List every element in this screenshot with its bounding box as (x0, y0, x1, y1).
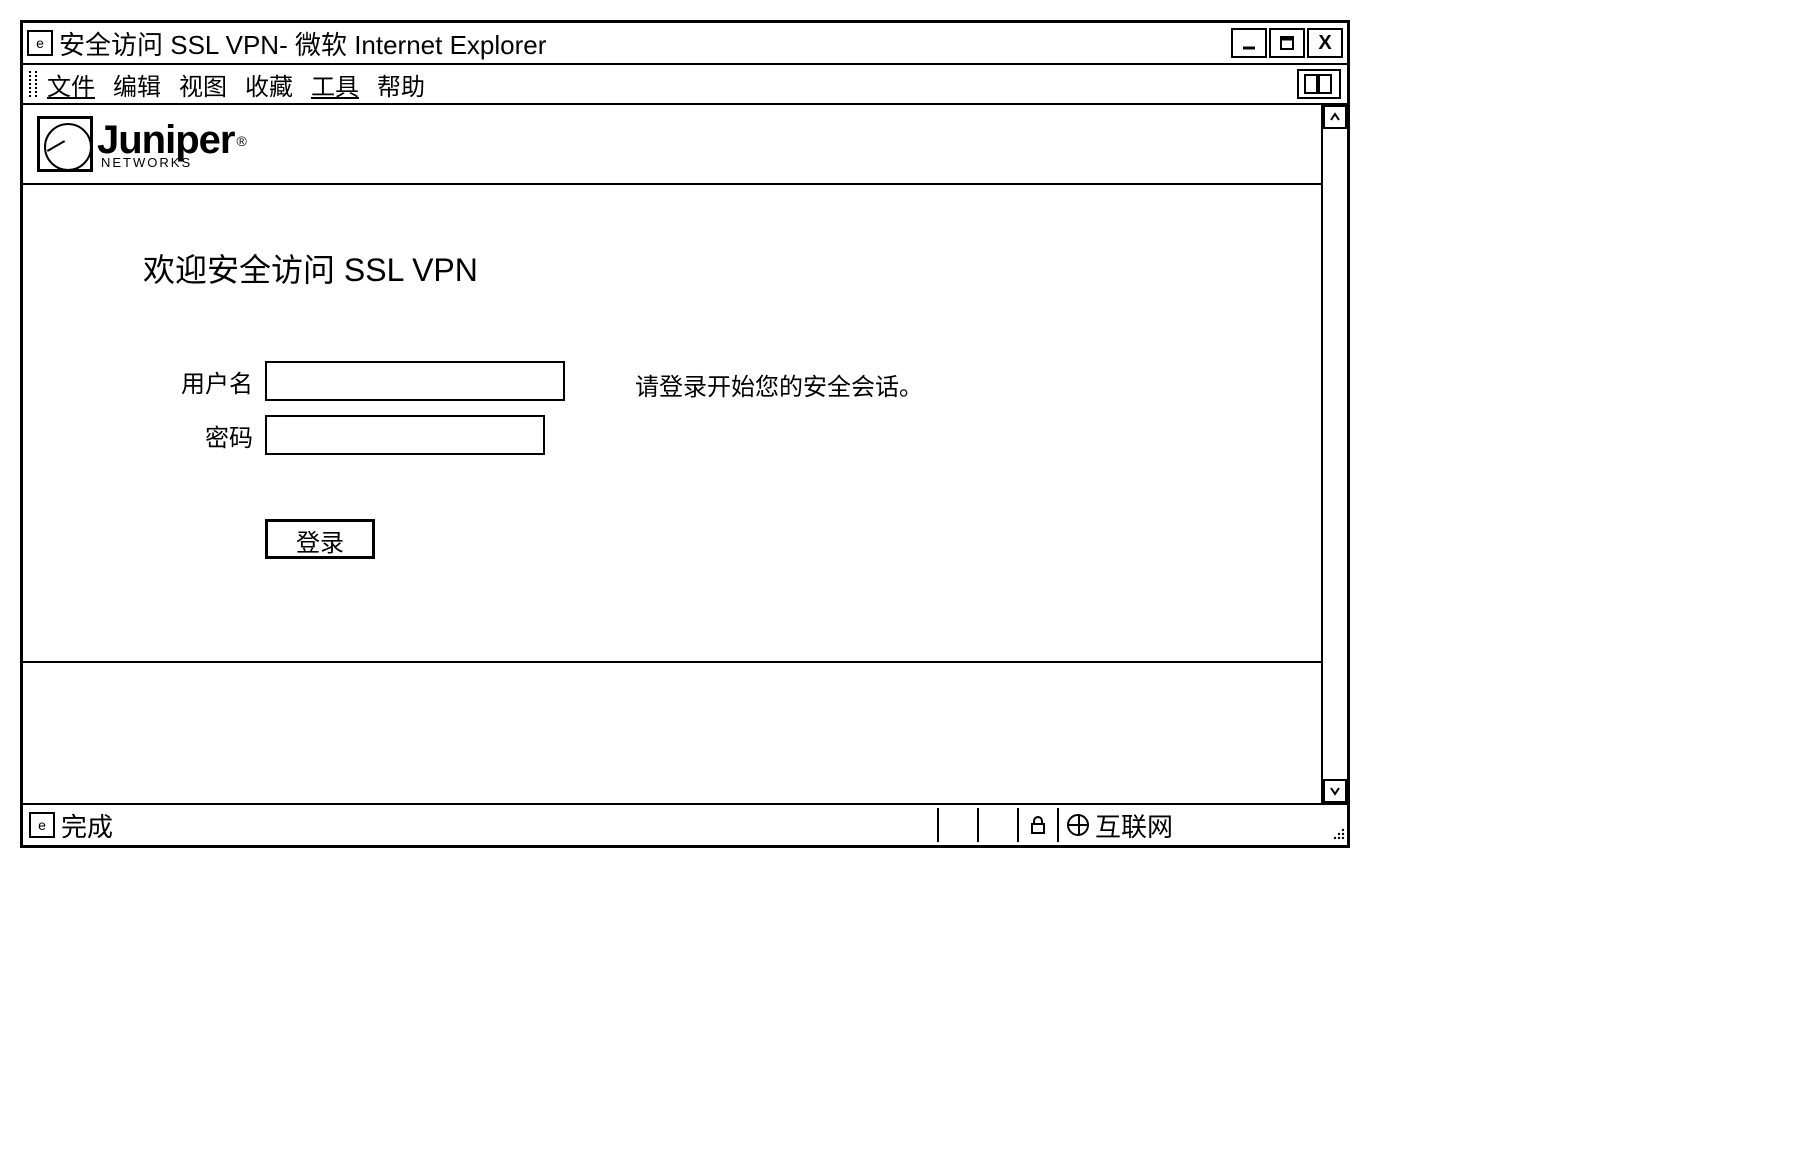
globe-icon (1067, 814, 1089, 836)
status-lock (1017, 808, 1057, 842)
scroll-track[interactable] (1323, 129, 1347, 779)
menubar-grip[interactable] (29, 71, 37, 97)
ie-page-icon: e (27, 30, 53, 56)
welcome-heading: 欢迎安全访问 SSL VPN (143, 245, 1201, 291)
menubar: 文件 编辑 视图 收藏 工具 帮助 (23, 65, 1347, 105)
menu-help[interactable]: 帮助 (377, 67, 425, 102)
window-title: 安全访问 SSL VPN- 微软 Internet Explorer (59, 25, 1229, 62)
brand-text: Juniper® NETWORKS (97, 120, 247, 169)
minimize-icon (1240, 34, 1258, 52)
brand-sub: NETWORKS (101, 156, 247, 169)
status-text: 完成 (61, 807, 937, 844)
close-button[interactable]: X (1307, 28, 1343, 58)
chevron-down-icon (1329, 785, 1341, 797)
status-cell-1 (937, 808, 977, 842)
password-label: 密码 (143, 418, 253, 453)
lock-icon (1029, 815, 1047, 835)
menu-file[interactable]: 文件 (47, 67, 95, 102)
statusbar: e 完成 互联网 (23, 805, 1347, 845)
scroll-down-button[interactable] (1323, 779, 1347, 803)
brand-header: Juniper® NETWORKS (23, 105, 1321, 185)
browser-window: e 安全访问 SSL VPN- 微软 Internet Explorer X 文… (20, 20, 1350, 848)
maximize-button[interactable] (1269, 28, 1305, 58)
content-area: Juniper® NETWORKS 欢迎安全访问 SSL VPN 用户名 密码 (23, 105, 1347, 805)
status-cell-2 (977, 808, 1017, 842)
page-content: Juniper® NETWORKS 欢迎安全访问 SSL VPN 用户名 密码 (23, 105, 1323, 803)
maximize-icon (1278, 34, 1296, 52)
status-page-icon: e (29, 812, 55, 838)
menu-view[interactable]: 视图 (179, 67, 227, 102)
menu-tools[interactable]: 工具 (311, 67, 359, 102)
minimize-button[interactable] (1231, 28, 1267, 58)
status-zone: 互联网 (1057, 808, 1327, 842)
ie-throbber-icon (1297, 69, 1341, 99)
login-hint: 请登录开始您的安全会话。 (635, 367, 923, 402)
resize-grip[interactable] (1327, 808, 1347, 842)
scroll-up-button[interactable] (1323, 105, 1347, 129)
resize-grip-icon (1331, 826, 1345, 840)
username-input[interactable] (265, 361, 565, 401)
login-button[interactable]: 登录 (265, 519, 375, 559)
vertical-scrollbar[interactable] (1323, 105, 1347, 803)
brand-registered: ® (236, 133, 246, 149)
login-panel: 欢迎安全访问 SSL VPN 用户名 密码 登录 请登录开始您的安全会话。 (23, 185, 1321, 663)
status-zone-text: 互联网 (1095, 807, 1173, 844)
menu-edit[interactable]: 编辑 (113, 67, 161, 102)
titlebar: e 安全访问 SSL VPN- 微软 Internet Explorer X (23, 23, 1347, 65)
password-input[interactable] (265, 415, 545, 455)
menu-favorites[interactable]: 收藏 (245, 67, 293, 102)
juniper-logo-icon (37, 116, 93, 172)
empty-region (23, 663, 1321, 803)
username-label: 用户名 (143, 364, 253, 399)
close-icon: X (1318, 32, 1331, 55)
chevron-up-icon (1329, 111, 1341, 123)
